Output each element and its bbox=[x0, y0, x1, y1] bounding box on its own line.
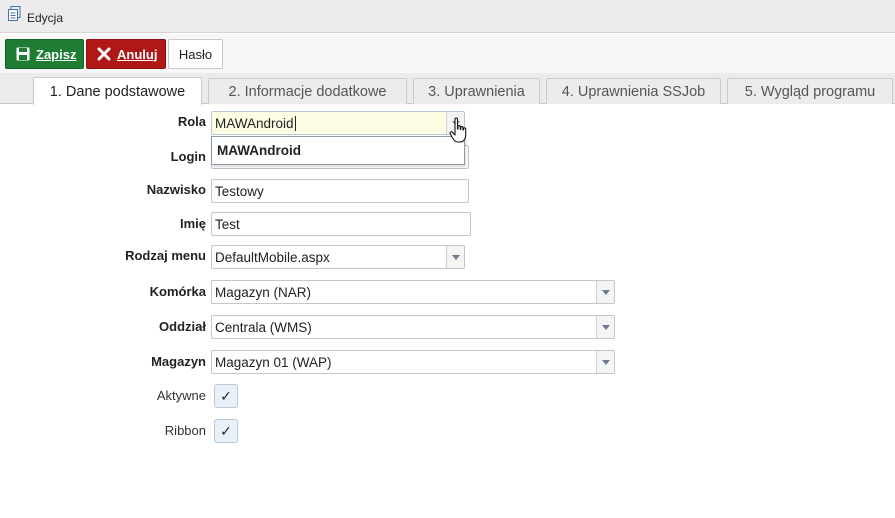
floppy-icon bbox=[16, 47, 30, 61]
rodzaj-menu-combobox[interactable]: DefaultMobile.aspx bbox=[211, 245, 465, 269]
document-icon bbox=[8, 6, 21, 21]
ribbon-label: Ribbon bbox=[164, 423, 206, 438]
nazwisko-label: Nazwisko bbox=[146, 182, 206, 197]
oddzial-combobox[interactable]: Centrala (WMS) bbox=[211, 315, 615, 339]
rola-dropdown-option-label: MAWAndroid bbox=[217, 143, 301, 158]
tab-dane-podstawowe[interactable]: 1. Dane podstawowe bbox=[33, 77, 202, 105]
checkmark-icon: ✓ bbox=[220, 387, 232, 404]
hand-pointer-icon bbox=[449, 117, 467, 143]
imie-label: Imię bbox=[179, 216, 206, 231]
login-label: Login bbox=[170, 149, 206, 164]
magazyn-value: Magazyn 01 (WAP) bbox=[215, 354, 332, 370]
cancel-button[interactable]: Anuluj bbox=[86, 39, 166, 69]
tab-uprawnienia[interactable]: 3. Uprawnienia bbox=[413, 78, 540, 104]
magazyn-combobox[interactable]: Magazyn 01 (WAP) bbox=[211, 350, 615, 374]
text-caret bbox=[294, 115, 296, 131]
window-titlebar: Edycja bbox=[0, 0, 895, 33]
password-button[interactable]: Hasło bbox=[168, 39, 223, 69]
chevron-down-icon[interactable] bbox=[596, 316, 614, 338]
cancel-button-label: Anuluj bbox=[117, 46, 158, 62]
x-icon bbox=[97, 47, 111, 61]
nazwisko-field[interactable]: Testowy bbox=[211, 179, 469, 203]
rola-dropdown-option[interactable]: MAWAndroid bbox=[211, 136, 465, 165]
magazyn-label: Magazyn bbox=[151, 354, 206, 369]
chevron-down-icon[interactable] bbox=[596, 281, 614, 303]
imie-field[interactable]: Test bbox=[211, 212, 471, 236]
tab-wyglad-programu[interactable]: 5. Wygląd programu bbox=[727, 78, 893, 104]
tab-strip: 1. Dane podstawowe 2. Informacje dodatko… bbox=[0, 73, 895, 105]
rola-combobox[interactable]: MAWAndroid bbox=[211, 111, 465, 135]
aktywne-label: Aktywne bbox=[156, 388, 206, 403]
rodzaj-menu-label: Rodzaj menu bbox=[125, 248, 206, 263]
komorka-combobox[interactable]: Magazyn (NAR) bbox=[211, 280, 615, 304]
aktywne-checkbox[interactable]: ✓ bbox=[214, 384, 238, 408]
password-button-label: Hasło bbox=[178, 46, 213, 62]
komorka-value: Magazyn (NAR) bbox=[215, 284, 312, 300]
checkmark-icon: ✓ bbox=[220, 422, 232, 439]
rola-label: Rola bbox=[177, 114, 206, 129]
save-button-label: Zapisz bbox=[36, 46, 77, 62]
chevron-down-icon[interactable] bbox=[446, 246, 464, 268]
rodzaj-menu-value: DefaultMobile.aspx bbox=[215, 249, 330, 265]
save-button[interactable]: Zapisz bbox=[5, 39, 84, 69]
oddzial-value: Centrala (WMS) bbox=[215, 319, 312, 335]
toolbar: Zapisz Anuluj Hasło bbox=[0, 34, 895, 73]
window-title: Edycja bbox=[27, 11, 64, 25]
imie-value: Test bbox=[215, 216, 240, 232]
ribbon-checkbox[interactable]: ✓ bbox=[214, 419, 238, 443]
tab-uprawnienia-ssjob[interactable]: 4. Uprawnienia SSJob bbox=[546, 78, 721, 104]
chevron-down-icon[interactable] bbox=[596, 351, 614, 373]
komorka-label: Komórka bbox=[149, 284, 206, 299]
rola-value: MAWAndroid bbox=[215, 115, 294, 131]
nazwisko-value: Testowy bbox=[215, 183, 264, 199]
oddzial-label: Oddział bbox=[159, 319, 206, 334]
tab-informacje-dodatkowe[interactable]: 2. Informacje dodatkowe bbox=[208, 78, 407, 104]
